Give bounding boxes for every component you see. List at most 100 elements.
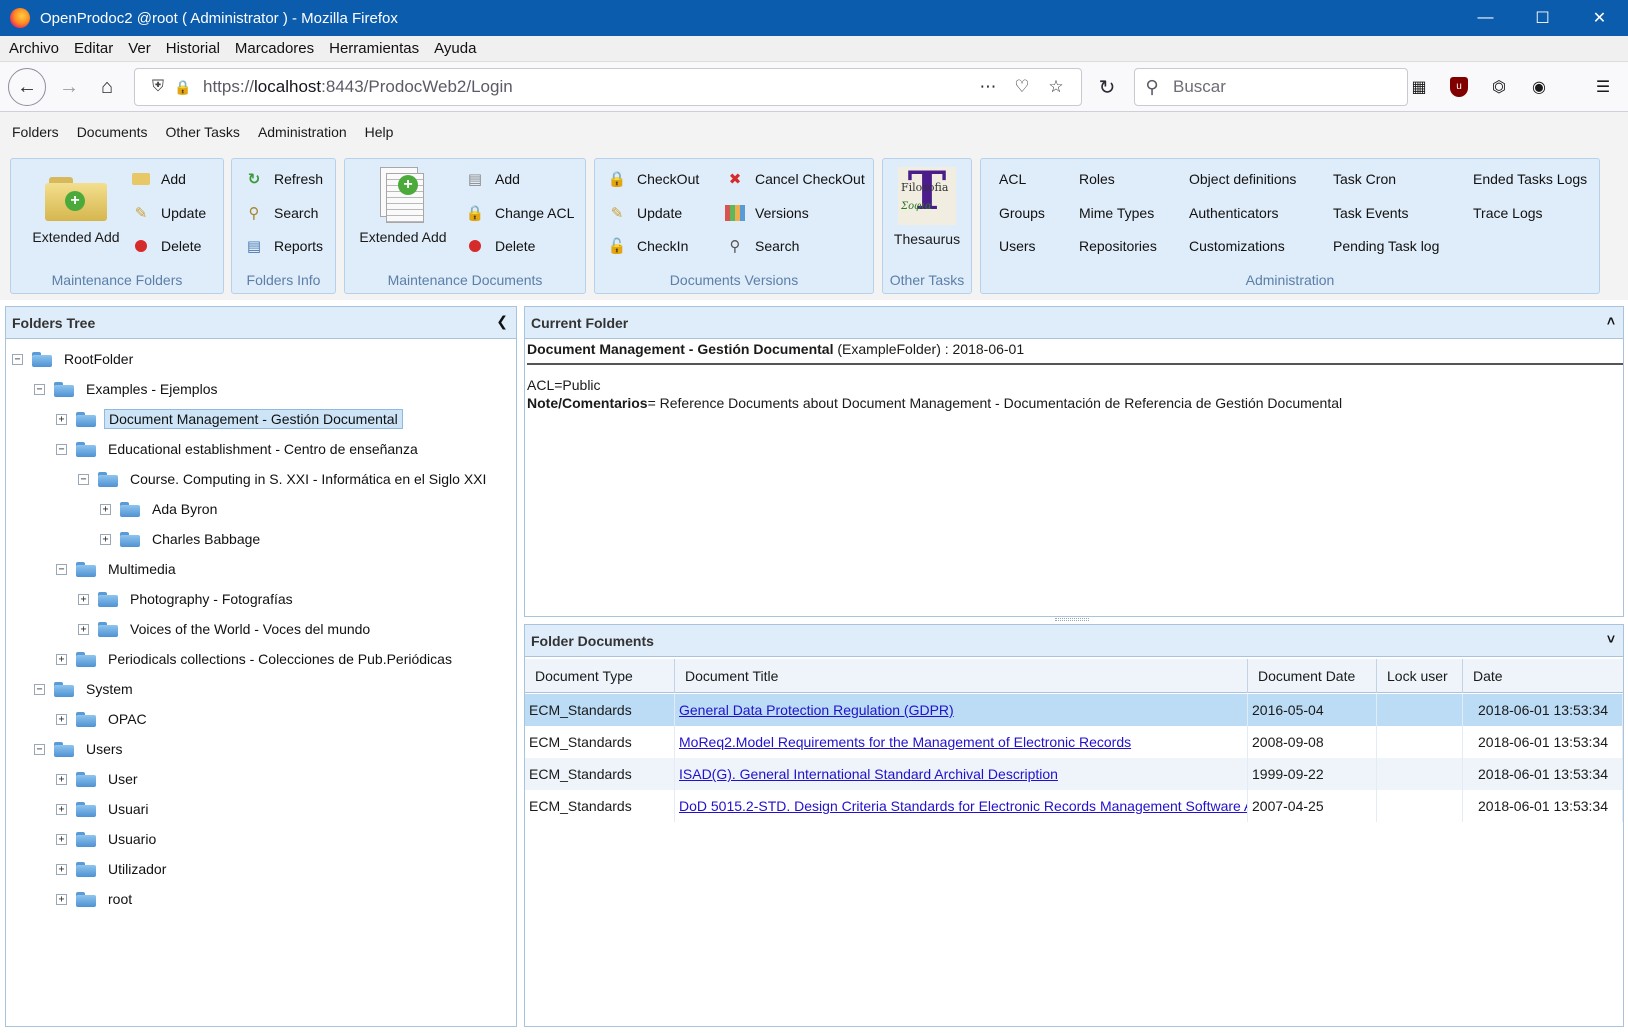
tree-node-label[interactable]: Periodicals collections - Colecciones de… [104, 650, 456, 668]
tree-node[interactable]: − Examples - Ejemplos [34, 377, 222, 401]
admin-roles-button[interactable]: Roles [1079, 171, 1115, 187]
menu-ver[interactable]: Ver [128, 40, 151, 57]
collapse-icon[interactable]: − [34, 683, 45, 695]
column-document-type[interactable]: Document Type [525, 659, 675, 693]
cancel-checkout-button[interactable]: ✖ Cancel CheckOut [725, 169, 865, 189]
expand-icon[interactable]: + [56, 413, 67, 425]
tree-node[interactable]: + Usuari [56, 797, 152, 821]
folder-extended-add-button[interactable]: + Extended Add [21, 177, 131, 245]
admin-task-cron-button[interactable]: Task Cron [1333, 171, 1396, 187]
collapse-down-chevron-icon[interactable]: ˅ [1607, 631, 1615, 647]
expand-icon[interactable]: + [56, 863, 67, 875]
tree-node-label[interactable]: Users [82, 740, 127, 758]
tree-node-label[interactable]: Educational establishment - Centro de en… [104, 440, 422, 458]
change-acl-button[interactable]: 🔒 Change ACL [465, 203, 575, 223]
expand-icon[interactable]: + [56, 833, 67, 845]
table-row[interactable]: ECM_Standards MoReq2.Model Requirements f… [525, 726, 1623, 758]
tree-node-label[interactable]: Course. Computing in S. XXI - Informátic… [126, 470, 490, 488]
more-actions-icon[interactable]: ⋯ [971, 77, 1005, 97]
checkin-button[interactable]: 🔓 CheckIn [607, 236, 689, 256]
tree-node[interactable]: + Voices of the World - Voces del mundo [78, 617, 374, 641]
collapse-icon[interactable]: − [34, 383, 45, 395]
app-menu-administration[interactable]: Administration [258, 124, 347, 140]
document-title-link[interactable]: MoReq2.Model Requirements for the Manage… [679, 734, 1131, 750]
app-menu-other-tasks[interactable]: Other Tasks [166, 124, 240, 140]
expand-icon[interactable]: + [56, 803, 67, 815]
pocket-icon[interactable]: ♡ [1005, 77, 1039, 97]
home-icon[interactable]: ⌂ [90, 70, 124, 104]
expand-icon[interactable]: + [56, 713, 67, 725]
expand-icon[interactable]: + [56, 653, 67, 665]
menu-historial[interactable]: Historial [166, 40, 220, 57]
collapse-icon[interactable]: − [56, 443, 67, 455]
collapse-icon[interactable]: − [34, 743, 45, 755]
tree-node[interactable]: + Utilizador [56, 857, 170, 881]
collapse-icon[interactable]: − [78, 473, 89, 485]
forward-arrow-icon[interactable]: → [52, 70, 86, 104]
minimize-icon[interactable]: — [1457, 0, 1514, 36]
url-text[interactable]: https://localhost:8443/ProdocWeb2/Login [203, 77, 513, 97]
admin-task-events-button[interactable]: Task Events [1333, 205, 1408, 221]
tree-node[interactable]: − Users [34, 737, 127, 761]
tree-node-label[interactable]: Usuari [104, 800, 152, 818]
shield-icon[interactable]: ⛨ [145, 78, 171, 96]
tree-node[interactable]: − Multimedia [56, 557, 180, 581]
admin-trace-logs-button[interactable]: Trace Logs [1473, 205, 1543, 221]
tree-node-label[interactable]: Charles Babbage [148, 530, 264, 548]
menu-marcadores[interactable]: Marcadores [235, 40, 314, 57]
tree-node[interactable]: + Photography - Fotografías [78, 587, 297, 611]
document-title-link[interactable]: DoD 5015.2-STD. Design Criteria Standard… [679, 798, 1247, 814]
maximize-icon[interactable]: ☐ [1514, 0, 1571, 36]
ublock-shield-icon[interactable]: u [1450, 77, 1468, 97]
tree-node[interactable]: + OPAC [56, 707, 151, 731]
tree-node-label[interactable]: Multimedia [104, 560, 180, 578]
document-delete-button[interactable]: Delete [465, 236, 535, 256]
account-icon[interactable]: ◉ [1526, 74, 1552, 100]
menu-herramientas[interactable]: Herramientas [329, 40, 419, 57]
reload-icon[interactable]: ↻ [1090, 70, 1124, 104]
tree-node-label[interactable]: Usuario [104, 830, 160, 848]
tree-node-label[interactable]: User [104, 770, 142, 788]
table-row[interactable]: ECM_Standards General Data Protection Reg… [525, 694, 1623, 726]
admin-repositories-button[interactable]: Repositories [1079, 238, 1157, 254]
search-input[interactable]: ⚲ Buscar [1134, 68, 1408, 106]
document-add-button[interactable]: ▤ Add [465, 169, 520, 189]
collapse-icon[interactable]: − [56, 563, 67, 575]
expand-icon[interactable]: + [78, 623, 89, 635]
column-document-date[interactable]: Document Date [1248, 659, 1377, 693]
admin-groups-button[interactable]: Groups [999, 205, 1045, 221]
expand-icon[interactable]: + [78, 593, 89, 605]
column-lock-user[interactable]: Lock user [1377, 659, 1463, 693]
admin-users-button[interactable]: Users [999, 238, 1036, 254]
menu-editar[interactable]: Editar [74, 40, 113, 57]
versions-button[interactable]: Versions [725, 203, 809, 223]
admin-acl-button[interactable]: ACL [999, 171, 1026, 187]
collapse-left-chevron-icon[interactable]: ❮ [496, 313, 508, 330]
tree-node[interactable]: − Educational establishment - Centro de e… [56, 437, 422, 461]
expand-icon[interactable]: + [100, 533, 111, 545]
admin-object-definitions-button[interactable]: Object definitions [1189, 171, 1296, 187]
panel-splitter-handle[interactable] [1055, 618, 1089, 621]
folder-refresh-button[interactable]: ↻ Refresh [244, 169, 323, 189]
document-title-link[interactable]: ISAD(G). General International Standard … [679, 766, 1058, 782]
expand-icon[interactable]: + [56, 893, 67, 905]
table-row[interactable]: ECM_Standards DoD 5015.2-STD. Design Crit… [525, 790, 1623, 822]
menu-archivo[interactable]: Archivo [9, 40, 59, 57]
admin-mime-types-button[interactable]: Mime Types [1079, 205, 1154, 221]
tree-node[interactable]: + Usuario [56, 827, 160, 851]
collapse-up-chevron-icon[interactable]: ˄ [1607, 313, 1615, 329]
admin-customizations-button[interactable]: Customizations [1189, 238, 1285, 254]
tree-node-label[interactable]: Photography - Fotografías [126, 590, 297, 608]
back-arrow-icon[interactable]: ← [8, 68, 46, 106]
hamburger-menu-icon[interactable]: ☰ [1590, 74, 1616, 100]
table-row[interactable]: ECM_Standards ISAD(G). General Internatio… [525, 758, 1623, 790]
app-menu-help[interactable]: Help [365, 124, 394, 140]
thesaurus-button[interactable]: T Filosofia Σοφια Thesaurus [883, 167, 971, 247]
menu-ayuda[interactable]: Ayuda [434, 40, 476, 57]
tree-node-label[interactable]: Utilizador [104, 860, 170, 878]
admin-authenticators-button[interactable]: Authenticators [1189, 205, 1279, 221]
column-document-title[interactable]: Document Title [675, 659, 1248, 693]
folder-reports-button[interactable]: ▤ Reports [244, 236, 323, 256]
tree-node-label[interactable]: Voices of the World - Voces del mundo [126, 620, 374, 638]
tree-node-label[interactable]: Examples - Ejemplos [82, 380, 222, 398]
